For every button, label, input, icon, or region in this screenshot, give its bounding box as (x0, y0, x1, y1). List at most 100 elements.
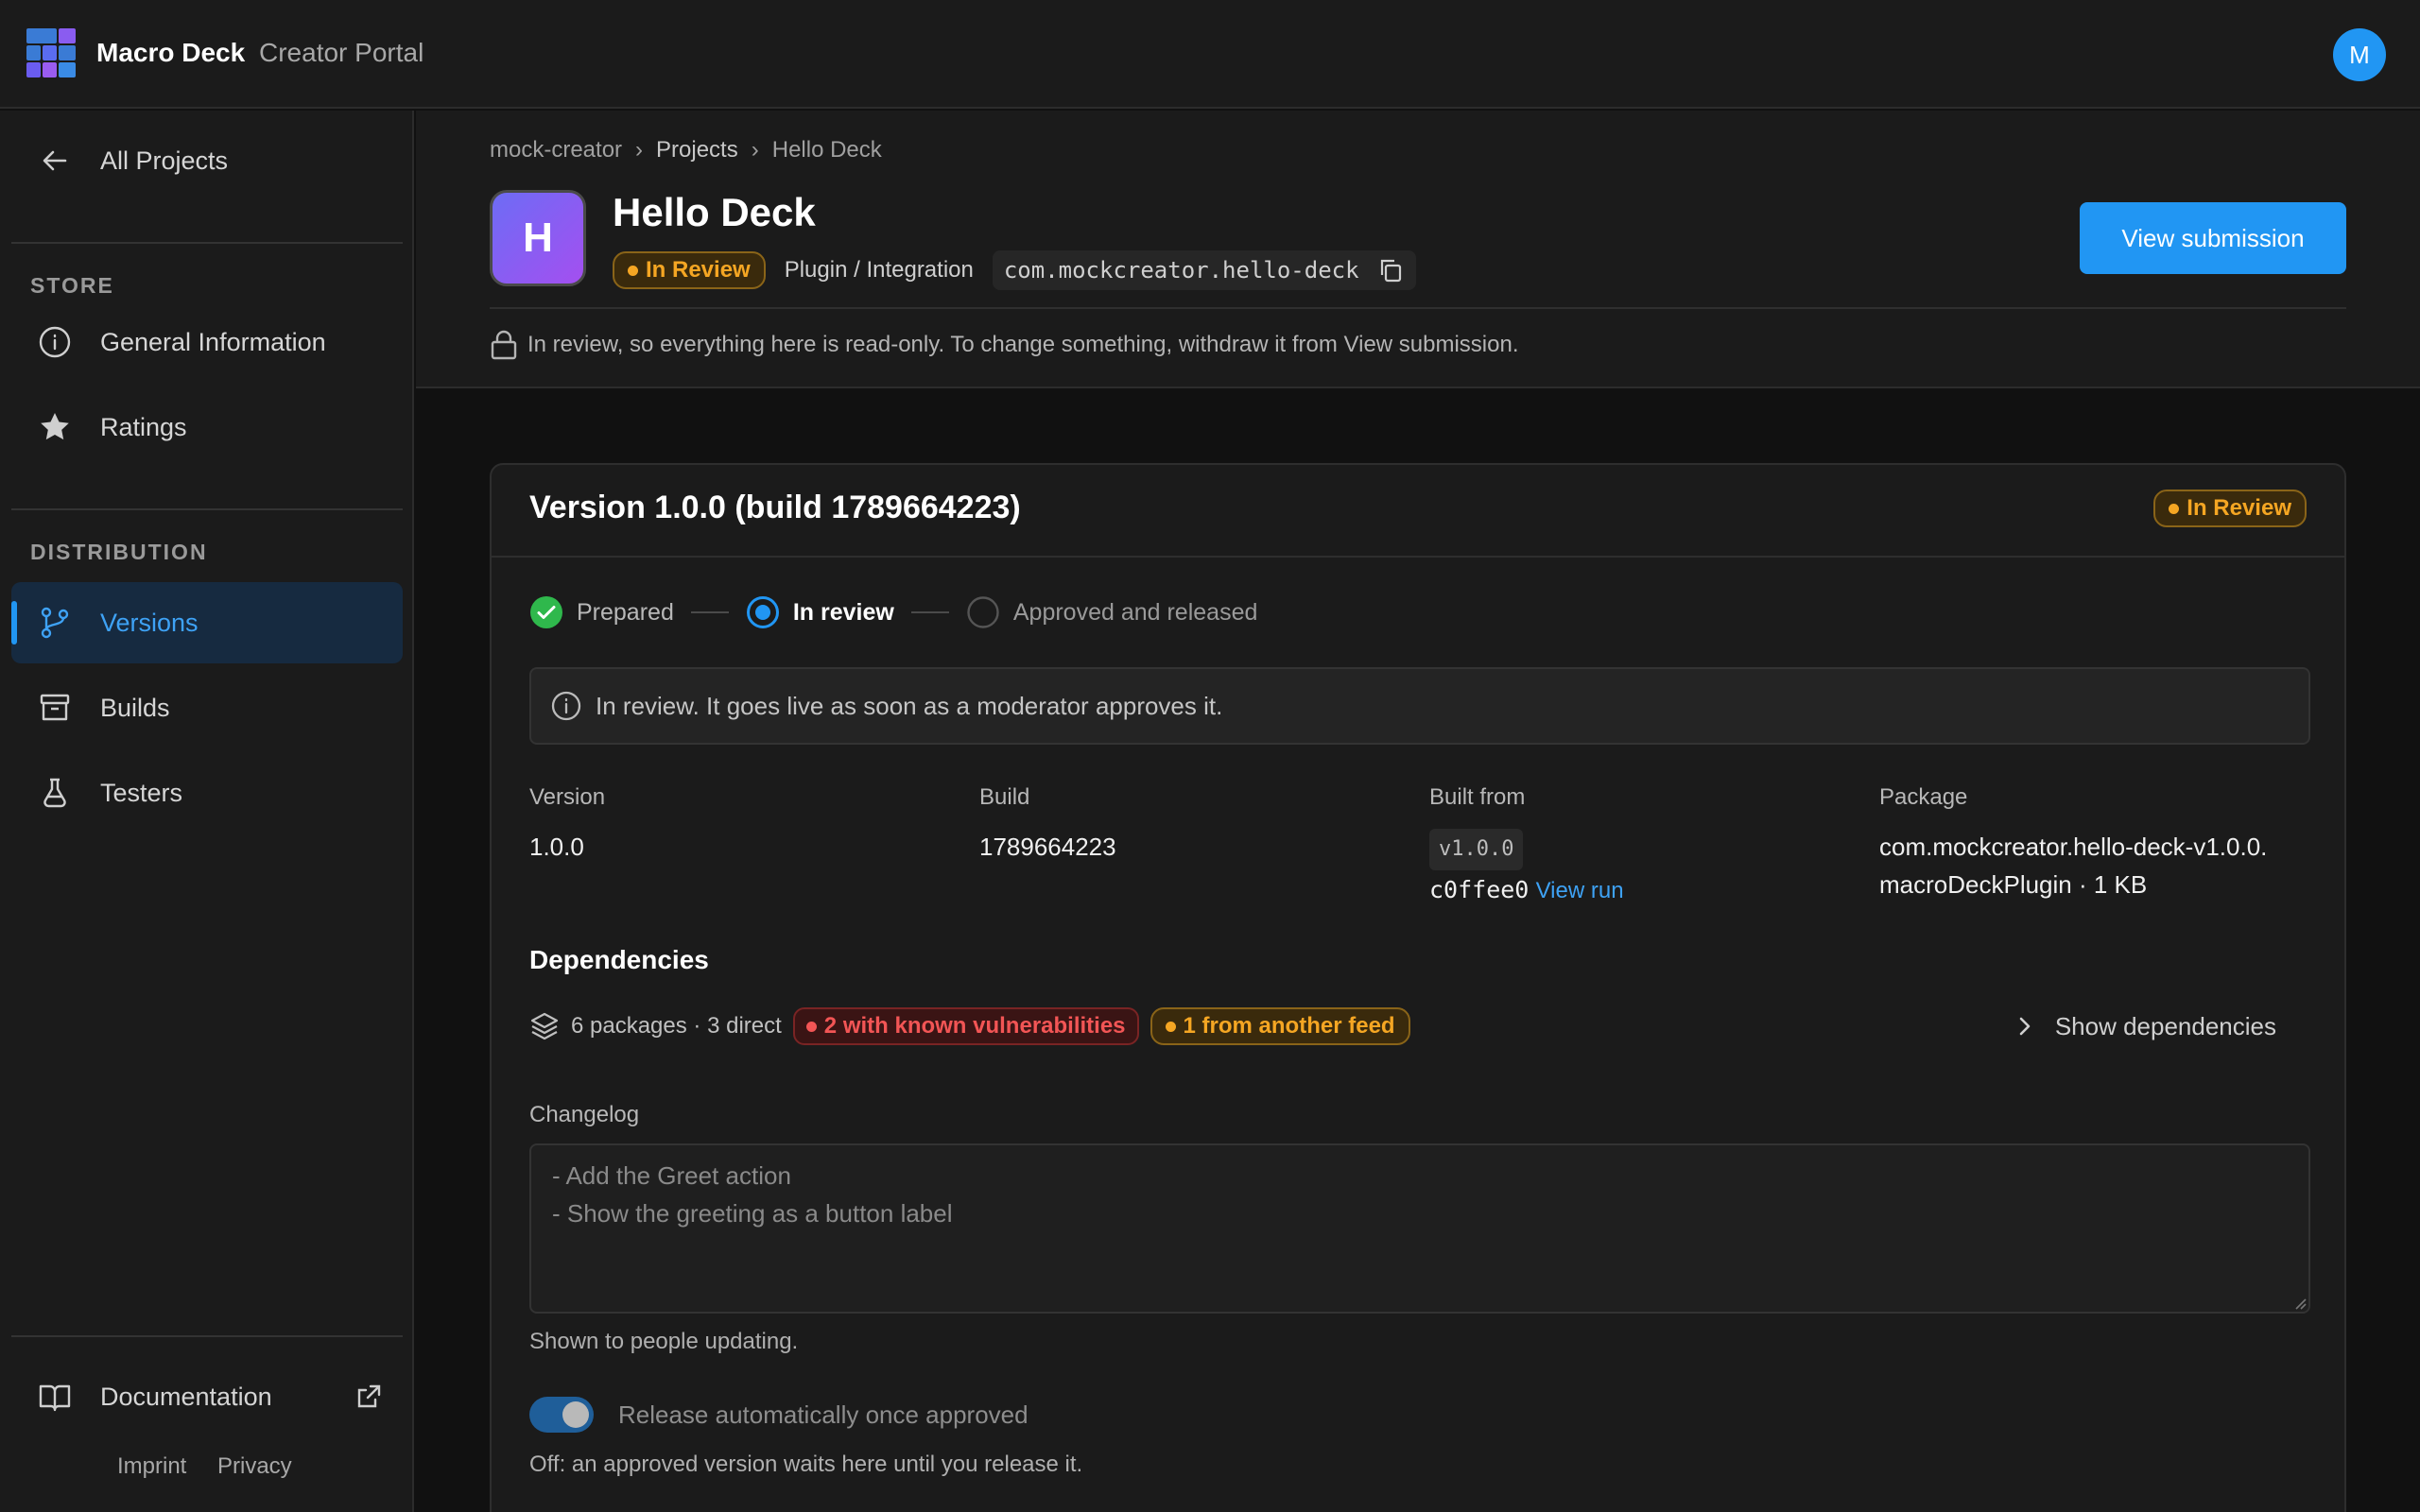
sidebar-item-testers[interactable]: Testers (11, 752, 403, 833)
step-label: In review (792, 598, 894, 626)
step-connector (690, 611, 729, 613)
all-projects-link[interactable]: All Projects (11, 120, 403, 201)
other-feed-dot (1165, 1021, 1176, 1032)
status-badge-label: In Review (646, 257, 751, 283)
git-tag: v1.0.0 (1429, 829, 1524, 870)
view-submission-button[interactable]: View submission (2080, 202, 2346, 274)
step-connector (910, 611, 949, 613)
field-label: Version (529, 784, 606, 810)
step-label: Prepared (577, 598, 674, 626)
breadcrumb-item-creator[interactable]: mock-creator (490, 137, 622, 163)
star-icon (41, 413, 69, 440)
step-approved: Approved and released (966, 595, 1258, 629)
sidebar-item-label: Testers (100, 778, 183, 807)
package-count: 6 packages · 3 direct (571, 1013, 782, 1039)
resize-handle-icon[interactable] (2293, 1297, 2307, 1310)
macro-deck-logo-icon[interactable] (26, 28, 76, 77)
status-dot (2169, 503, 2180, 514)
lock-icon (491, 330, 517, 360)
sidebar-item-general-information[interactable]: General Information (11, 301, 403, 383)
review-info-text: In review. It goes live as soon as a mod… (596, 691, 1223, 720)
imprint-link[interactable]: Imprint (117, 1453, 186, 1480)
vulnerability-badge[interactable]: 2 with known vulnerabilities (792, 1007, 1139, 1045)
breadcrumb-separator: › (635, 137, 644, 163)
vulnerability-dot (805, 1021, 817, 1032)
breadcrumb-separator: › (751, 137, 759, 163)
sidebar-item-ratings[interactable]: Ratings (11, 387, 403, 468)
view-run-link[interactable]: View run (1536, 878, 1624, 903)
status-badge: In Review (613, 251, 766, 289)
changelog-textarea[interactable]: - Add the Greet action - Show the greeti… (529, 1143, 2310, 1314)
dependencies-summary: 6 packages · 3 direct 2 with known vulne… (529, 1007, 2310, 1045)
version-title: Version 1.0.0 (build 1789664223) (529, 490, 1021, 525)
field-version: Version 1.0.0 (529, 784, 605, 866)
sidebar-divider (11, 508, 403, 510)
documentation-link[interactable]: Documentation (11, 1356, 403, 1437)
sidebar-item-label: Builds (100, 693, 170, 722)
version-status-badge: In Review (2153, 490, 2307, 527)
sidebar-divider (11, 242, 403, 244)
project-header: mock-creator › Projects › Hello Deck H H… (416, 111, 2420, 388)
copy-icon[interactable] (1376, 256, 1405, 284)
changelog-label: Changelog (529, 1102, 640, 1127)
bundle-id-chip: com.mockcreator.hello-deck (992, 250, 1416, 290)
version-card: Version 1.0.0 (build 1789664223) In Revi… (490, 463, 2346, 1512)
info-icon (551, 691, 581, 721)
sidebar-divider (11, 1335, 403, 1337)
header-divider (490, 307, 2346, 309)
field-build: Build 1789664223 (979, 784, 1116, 866)
sidebar-item-label: General Information (100, 327, 326, 356)
sidebar-item-builds[interactable]: Builds (11, 667, 403, 748)
review-stepper: Prepared In review Approved and released (529, 595, 1257, 629)
auto-release-hint: Off: an approved version waits here unti… (529, 1452, 1083, 1477)
changelog-hint: Shown to people updating. (529, 1329, 799, 1354)
archive-icon (40, 694, 70, 721)
external-link-icon (357, 1384, 381, 1408)
privacy-link[interactable]: Privacy (217, 1453, 292, 1480)
built-from-values: v1.0.0 c0ffee0 View run (1429, 828, 1624, 910)
page-title: Hello Deck (613, 190, 816, 234)
commit-hash: c0ffee0 (1429, 876, 1530, 903)
field-value: 1789664223 (979, 833, 1116, 861)
step-prepared: Prepared (529, 595, 674, 629)
review-info-box: In review. It goes live as soon as a mod… (529, 667, 2310, 745)
show-dependencies-button[interactable]: Show dependencies (2015, 1012, 2276, 1041)
branch-icon (41, 607, 69, 639)
field-package: Package com.mockcreator.hello-deck-v1.0.… (1879, 784, 2276, 903)
breadcrumb-item-current: Hello Deck (771, 137, 882, 163)
arrow-left-icon (43, 150, 67, 171)
documentation-label: Documentation (100, 1382, 272, 1411)
bundle-id: com.mockcreator.hello-deck (1003, 257, 1359, 284)
book-icon (39, 1384, 71, 1412)
step-label: Approved and released (1012, 598, 1258, 626)
auto-release-row: Release automatically once approved (529, 1397, 1028, 1433)
brand-name: Macro Deck (96, 38, 246, 67)
sidebar-item-label: Ratings (100, 412, 187, 441)
info-icon (39, 326, 71, 358)
layers-icon (530, 1012, 559, 1040)
auto-release-toggle[interactable] (529, 1397, 594, 1433)
chevron-right-icon (2019, 1017, 2031, 1036)
breadcrumb-item-projects[interactable]: Projects (656, 137, 738, 163)
other-feed-badge-label: 1 from another feed (1183, 1013, 1395, 1039)
sidebar-item-versions[interactable]: Versions (11, 582, 403, 663)
check-circle-icon (530, 596, 562, 628)
auto-release-label: Release automatically once approved (618, 1400, 1028, 1429)
status-dot (628, 265, 638, 276)
breadcrumb: mock-creator › Projects › Hello Deck (490, 137, 882, 163)
other-feed-badge[interactable]: 1 from another feed (1150, 1007, 1410, 1045)
field-label: Build (979, 784, 1030, 810)
field-value: 1.0.0 (529, 833, 584, 861)
package-file: com.mockcreator.hello-deck-v1.0.0.macroD… (1879, 833, 2268, 899)
user-avatar[interactable]: M (2333, 28, 2386, 81)
store-heading: STORE (30, 273, 114, 298)
project-category: Plugin / Integration (784, 257, 974, 283)
version-status-label: In Review (2187, 495, 2291, 521)
brand-subtitle: Creator Portal (259, 38, 424, 67)
project-meta: In Review Plugin / Integration com.mockc… (613, 250, 1416, 290)
current-step-icon (746, 596, 779, 628)
all-projects-label: All Projects (100, 146, 229, 175)
field-built-from: Built from v1.0.0 c0ffee0 View run (1429, 784, 1624, 910)
sidebar-item-label: Versions (100, 608, 199, 637)
pending-step-icon (967, 596, 999, 628)
